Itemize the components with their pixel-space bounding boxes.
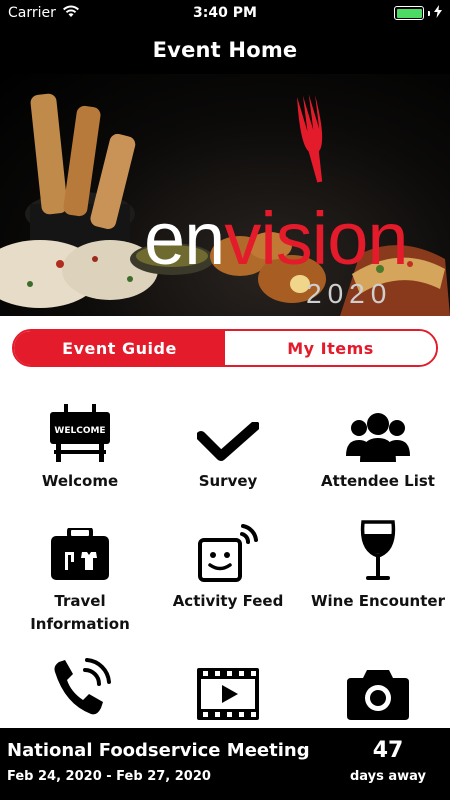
tile-label: Wine Encounter [311, 592, 445, 610]
brand-suffix: vision [224, 197, 408, 280]
status-left: Carrier [8, 4, 80, 22]
wifi-icon [62, 4, 80, 22]
segmented-control: Event Guide My Items [12, 329, 438, 367]
charging-bolt-icon [434, 4, 442, 22]
days-away-label: days away [349, 769, 427, 784]
svg-text:WELCOME: WELCOME [54, 426, 105, 436]
tile-welcome[interactable]: WELCOME Welcome [5, 396, 155, 493]
status-right [394, 4, 442, 22]
brand-logo-text: envision [144, 202, 409, 276]
camera-icon [303, 654, 450, 720]
tab-event-guide[interactable]: Event Guide [14, 331, 225, 365]
phone-icon [5, 654, 155, 720]
tile-camera[interactable] [303, 654, 450, 728]
luggage-icon [5, 516, 155, 582]
tile-label: Welcome [41, 472, 119, 490]
event-name: National Foodservice Meeting [7, 740, 310, 761]
event-footer[interactable]: National Foodservice Meeting Feb 24, 202… [0, 728, 450, 800]
nav-bar: Event Home [0, 26, 450, 74]
tile-phone[interactable] [5, 654, 155, 728]
tile-activity-feed[interactable]: Activity Feed [153, 516, 303, 613]
tile-label: Attendee List [321, 472, 435, 490]
brand-prefix: en [144, 197, 225, 280]
video-icon [153, 654, 303, 720]
tab-my-items[interactable]: My Items [225, 331, 436, 365]
status-bar: Carrier 3:40 PM [0, 0, 450, 26]
tile-label: Activity Feed [172, 592, 284, 610]
carrier-label: Carrier [8, 5, 56, 21]
activity-feed-icon [153, 516, 303, 582]
tile-survey[interactable]: Survey [153, 396, 303, 493]
days-count: 47 [372, 738, 404, 763]
brand-year: 2020 [306, 278, 393, 309]
hero-banner: envision 2020 [0, 74, 450, 316]
tile-video[interactable] [153, 654, 303, 728]
wine-glass-icon [303, 516, 450, 582]
tile-label: Survey [198, 472, 258, 490]
event-dates: Feb 24, 2020 - Feb 27, 2020 [7, 769, 211, 784]
battery-tip [428, 10, 430, 16]
people-icon [303, 396, 450, 462]
welcome-sign-icon: WELCOME [5, 396, 155, 462]
tile-attendee-list[interactable]: Attendee List [303, 396, 450, 493]
battery-icon [394, 6, 424, 20]
tile-label: Travel Information [30, 592, 130, 633]
checkmark-icon [153, 396, 303, 462]
tile-travel-information[interactable]: Travel Information [5, 516, 155, 636]
page-title: Event Home [152, 38, 298, 62]
tile-wine-encounter[interactable]: Wine Encounter [303, 516, 450, 613]
